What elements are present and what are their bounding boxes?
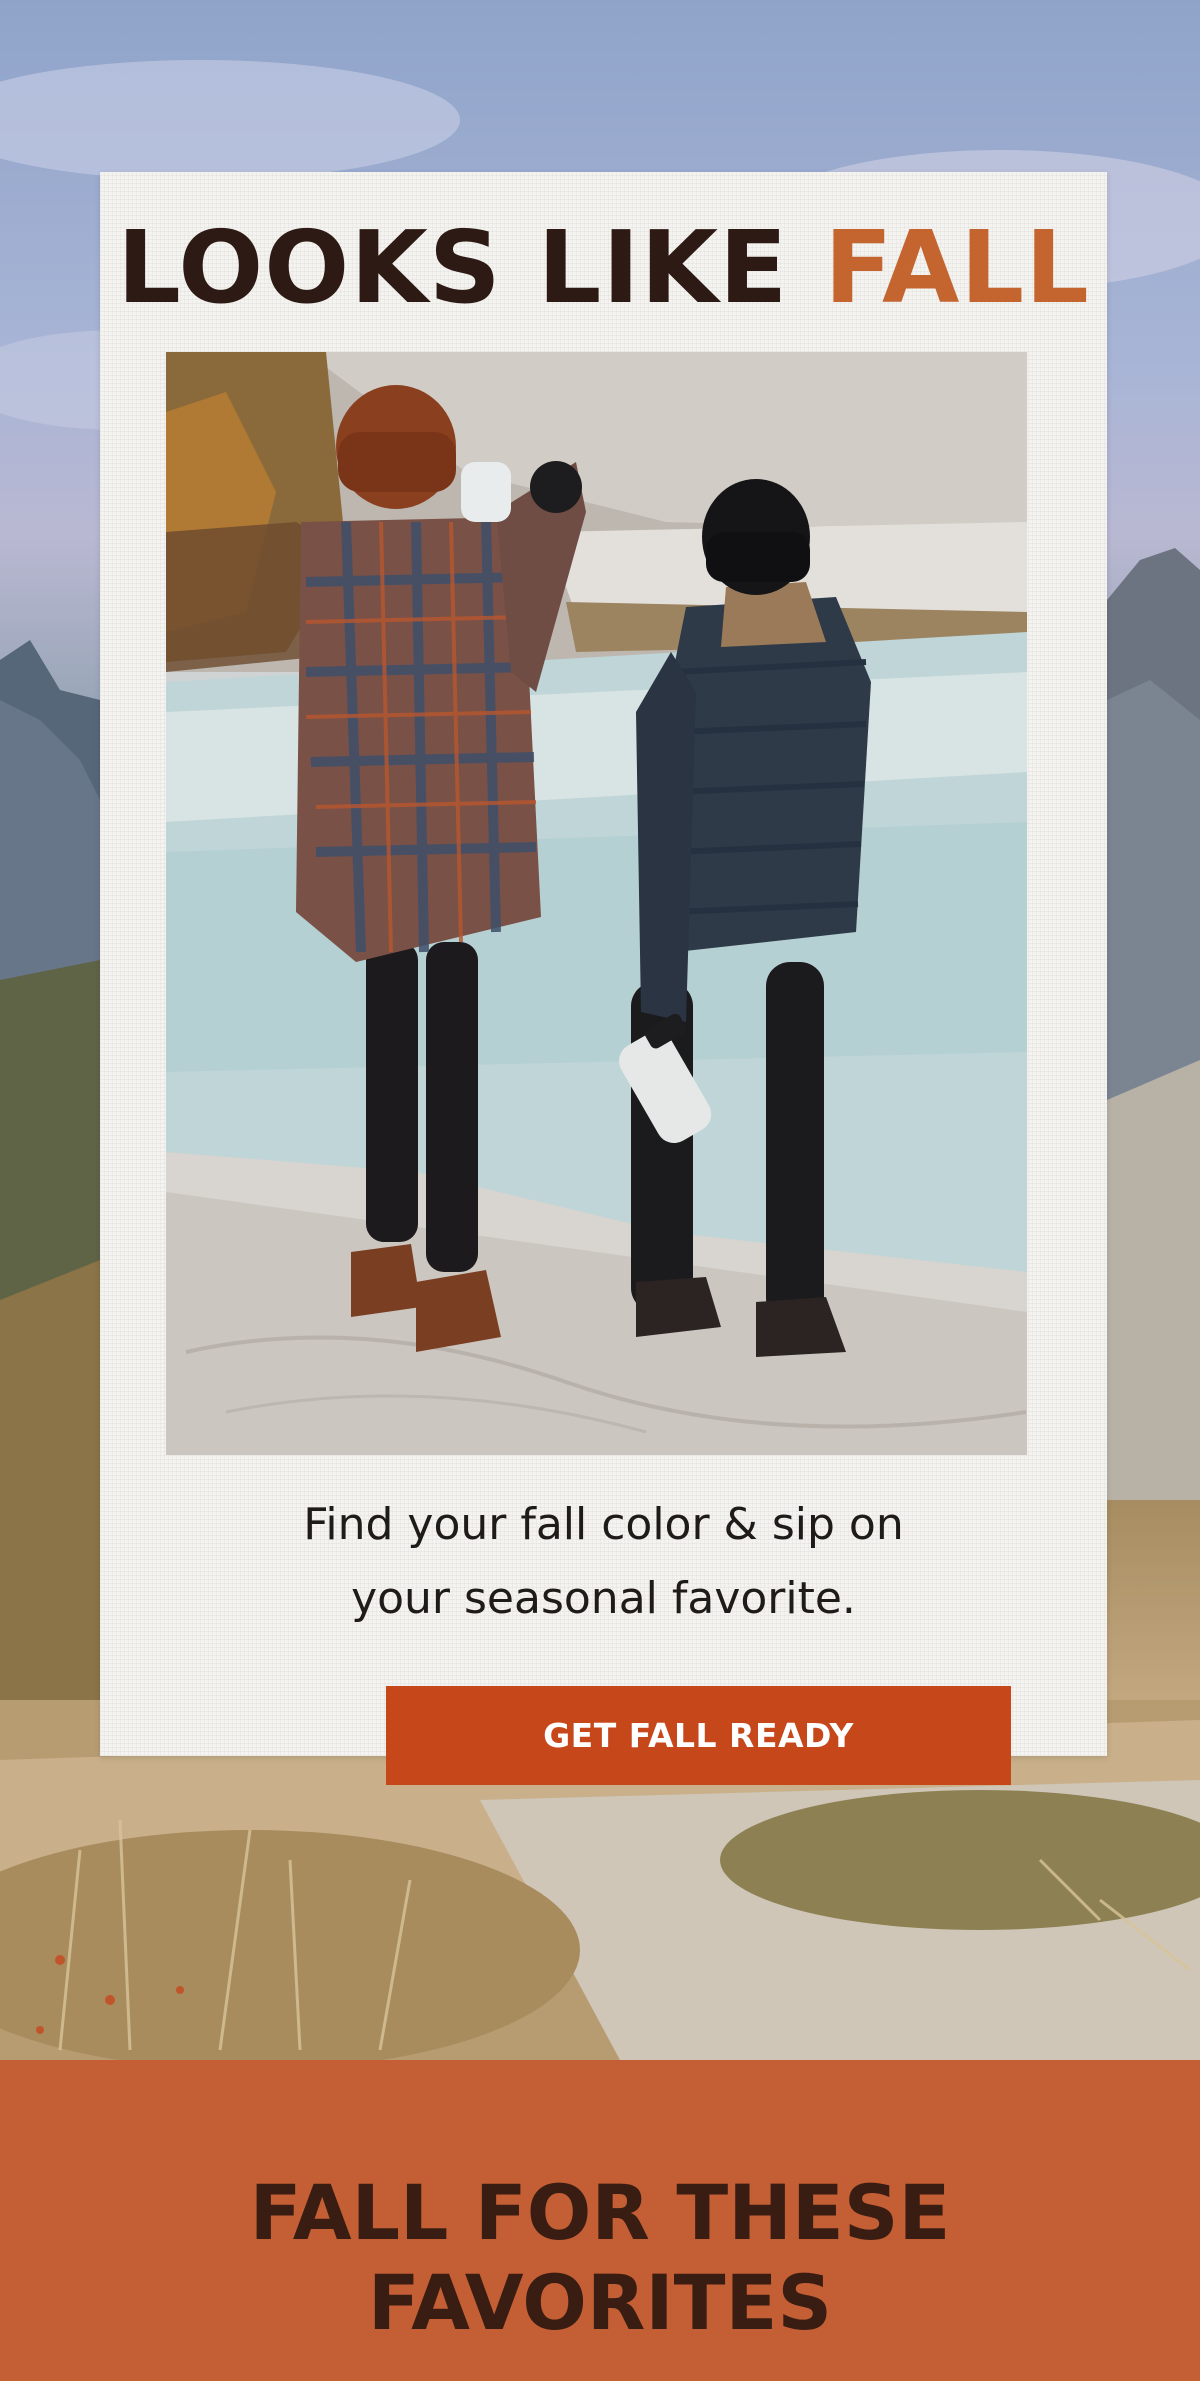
promo-card: LOOKS LIKE FALL Find your fall color & s…: [100, 172, 1107, 1785]
body-copy: Find your fall color & sip on your seaso…: [100, 1488, 1107, 1636]
get-fall-ready-button[interactable]: GET FALL READY: [386, 1686, 1011, 1785]
headline-accent: FALL: [824, 209, 1090, 326]
hikers-photo-illustration: [166, 352, 1027, 1455]
body-copy-line-1: Find your fall color & sip on: [303, 1499, 904, 1550]
headline: LOOKS LIKE FALL: [100, 208, 1107, 328]
section-title-line-1: FALL FOR THESE: [249, 2168, 951, 2257]
hero-photo: [166, 352, 1027, 1455]
headline-main: LOOKS LIKE: [117, 209, 825, 326]
favorites-section-band: FALL FOR THESE FAVORITES: [0, 2060, 1200, 2381]
section-title: FALL FOR THESE FAVORITES: [0, 2168, 1200, 2348]
section-title-line-2: FAVORITES: [367, 2258, 833, 2347]
body-copy-line-2: your seasonal favorite.: [351, 1573, 856, 1624]
